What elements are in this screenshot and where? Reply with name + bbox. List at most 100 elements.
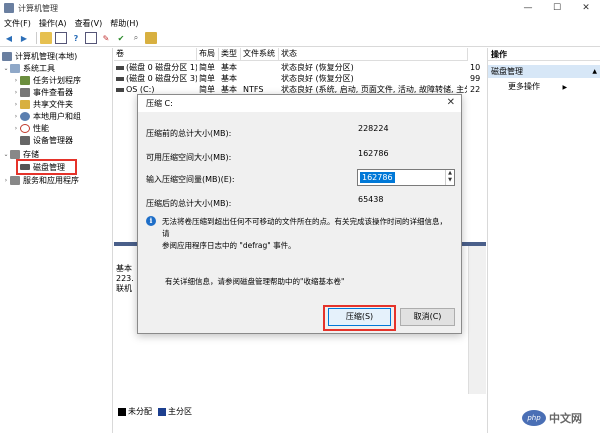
column-header-layout[interactable]: 布局: [197, 48, 219, 61]
performance-icon: [20, 123, 30, 133]
help-icon[interactable]: ?: [70, 32, 82, 44]
tree-item-performance[interactable]: › 性能: [12, 122, 49, 134]
actions-header: 操作: [488, 48, 600, 61]
dialog-close-icon[interactable]: ✕: [447, 97, 455, 108]
watermark: php 中文网: [522, 410, 582, 426]
tree-item-computer-management[interactable]: 计算机管理(本地): [2, 50, 77, 62]
disk-size: 223.: [116, 274, 134, 283]
input-label: 输入压缩空间量(MB)(E):: [146, 175, 235, 184]
expand-chevron-icon[interactable]: ›: [12, 89, 20, 96]
available-value: 162786: [358, 149, 389, 158]
legend-primary: 主分区: [168, 407, 192, 416]
vertical-scrollbar[interactable]: [468, 244, 486, 394]
submenu-arrow-icon: ▶: [562, 84, 568, 91]
tree-item-shared-folders[interactable]: › 共享文件夹: [12, 98, 73, 110]
total-before-label: 压缩前的总计大小(MB):: [146, 129, 232, 138]
minimize-button[interactable]: —: [514, 0, 542, 16]
expand-chevron-icon[interactable]: ›: [12, 77, 20, 84]
php-logo: php: [522, 410, 546, 426]
show-tree-icon[interactable]: [55, 32, 67, 44]
edit-icon[interactable]: ✎: [100, 32, 112, 44]
stepper-buttons[interactable]: ▲ ▼: [445, 170, 454, 185]
highlight-disk-management: [16, 159, 77, 175]
stepper-down-icon[interactable]: ▼: [446, 177, 454, 184]
disk-row-icon: [116, 76, 124, 81]
disk-row-icon: [116, 87, 124, 92]
primary-partition-swatch: [158, 407, 166, 416]
back-arrow-icon[interactable]: ◀: [3, 32, 15, 44]
settings-icon[interactable]: [145, 32, 157, 44]
highlight-shrink-button: [323, 305, 396, 331]
device-manager-icon: [20, 135, 30, 145]
tools-icon: [10, 63, 20, 73]
users-icon: [20, 111, 30, 121]
computer-management-icon: [4, 3, 14, 13]
dialog-footer: 压缩(S) 取消(C): [138, 300, 461, 333]
column-header-type[interactable]: 类型: [219, 48, 241, 61]
forward-arrow-icon[interactable]: ▶: [18, 32, 30, 44]
dialog-body: 压缩前的总计大小(MB): 228224 可用压缩空间大小(MB): 16278…: [138, 112, 461, 300]
window-title: 计算机管理: [18, 3, 58, 13]
collapse-chevron-icon[interactable]: ⌄: [2, 151, 10, 158]
properties-icon[interactable]: [85, 32, 97, 44]
tree-item-system-tools[interactable]: ⌄ 系统工具: [2, 62, 55, 74]
legend: 未分配 主分区: [118, 406, 192, 417]
search-icon[interactable]: ⌕: [130, 32, 142, 44]
tree-item-services-apps[interactable]: › 服务和应用程序: [2, 174, 79, 186]
actions-pane: 操作 磁盘管理 ▲ 更多操作 ▶: [487, 48, 600, 433]
watermark-text: 中文网: [549, 412, 582, 425]
total-after-label: 压缩后的总计大小(MB):: [146, 199, 232, 208]
title-bar: 计算机管理: [0, 0, 600, 16]
menu-help[interactable]: 帮助(H): [110, 18, 138, 29]
unallocated-swatch: [118, 407, 126, 416]
available-label: 可用压缩空间大小(MB):: [146, 153, 232, 162]
tree-item-local-users[interactable]: › 本地用户和组: [12, 110, 81, 122]
help-message: 有关详细信息，请参阅磁盘管理帮助中的"收缩基本卷": [165, 277, 345, 286]
shrink-dialog: 压缩 C: ✕ 压缩前的总计大小(MB): 228224 可用压缩空间大小(MB…: [137, 94, 462, 334]
menu-bar: 文件(F) 操作(A) 查看(V) 帮助(H): [0, 16, 600, 30]
check-icon[interactable]: ✔: [115, 32, 127, 44]
stepper-up-icon[interactable]: ▲: [446, 170, 454, 177]
menu-file[interactable]: 文件(F): [4, 18, 31, 29]
disk-info: 基本 223. 联机: [116, 264, 134, 294]
storage-icon: [10, 149, 20, 159]
close-button[interactable]: ✕: [572, 0, 600, 16]
clock-icon: [20, 75, 30, 85]
shrink-amount-stepper[interactable]: 162786 ▲ ▼: [357, 169, 455, 186]
legend-unallocated: 未分配: [128, 407, 152, 416]
disk-status: 联机: [116, 284, 132, 293]
expand-chevron-icon[interactable]: ›: [12, 101, 20, 108]
folder-up-icon[interactable]: [40, 32, 52, 44]
disk-type: 基本: [116, 264, 132, 273]
event-log-icon: [20, 87, 30, 97]
menu-view[interactable]: 查看(V): [75, 18, 103, 29]
expand-chevron-icon[interactable]: ›: [2, 177, 10, 184]
more-actions-link[interactable]: 更多操作 ▶: [508, 81, 567, 92]
collapse-arrow-icon: ▲: [592, 68, 597, 75]
tree-item-device-manager[interactable]: 设备管理器: [20, 134, 73, 146]
cancel-button[interactable]: 取消(C): [400, 308, 455, 326]
navigation-tree: 计算机管理(本地) ⌄ 系统工具 › 任务计划程序 › 事件查看器 › 共享文件…: [0, 48, 113, 433]
expand-chevron-icon[interactable]: ›: [12, 113, 20, 120]
menu-action[interactable]: 操作(A): [39, 18, 67, 29]
tree-item-event-viewer[interactable]: › 事件查看器: [12, 86, 73, 98]
toolbar: ◀ ▶ ? ✎ ✔ ⌕: [0, 30, 600, 47]
shrink-amount-input[interactable]: 162786: [360, 172, 395, 183]
disk-row-icon: [116, 65, 124, 70]
computer-icon: [2, 51, 12, 61]
tree-item-task-scheduler[interactable]: › 任务计划程序: [12, 74, 81, 86]
maximize-button[interactable]: ☐: [543, 0, 571, 16]
column-header-filesystem[interactable]: 文件系统: [241, 48, 279, 61]
collapse-chevron-icon[interactable]: ⌄: [2, 65, 10, 72]
dialog-title: 压缩 C:: [146, 99, 173, 108]
actions-disk-management[interactable]: 磁盘管理 ▲: [488, 65, 600, 78]
column-header-volume[interactable]: 卷: [114, 48, 197, 61]
column-header-status[interactable]: 状态: [279, 48, 468, 61]
total-before-value: 228224: [358, 124, 389, 133]
shared-folder-icon: [20, 99, 30, 109]
info-message: 无法将卷压缩到超出任何不可移动的文件所在的点。有关完成该操作时间的详细信息，请 …: [162, 217, 447, 250]
expand-chevron-icon[interactable]: ›: [12, 125, 20, 132]
info-icon: i: [146, 216, 156, 226]
toolbar-separator: [36, 32, 37, 44]
total-after-value: 65438: [358, 195, 384, 204]
